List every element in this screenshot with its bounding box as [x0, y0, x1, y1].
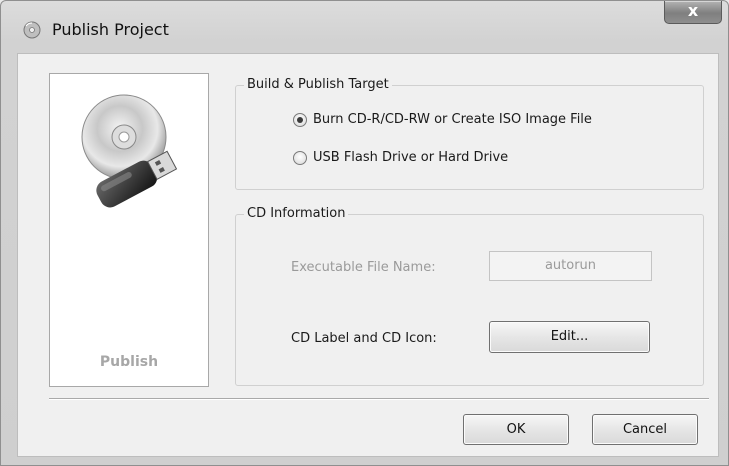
cd-label-icon-label: CD Label and CD Icon: [291, 331, 437, 346]
build-target-legend: Build & Publish Target [244, 77, 392, 92]
close-button[interactable]: x [664, 1, 722, 24]
cd-usb-drive-icon [81, 94, 178, 208]
radio-usb-drive-indicator[interactable] [293, 150, 307, 165]
build-target-group: Build & Publish Target Burn CD-R/CD-RW o… [235, 77, 704, 190]
radio-burn-cd-indicator[interactable] [293, 112, 307, 127]
app-icon [23, 21, 41, 39]
side-panel: Publish [49, 73, 209, 387]
cancel-button[interactable]: Cancel [592, 414, 698, 445]
radio-burn-cd[interactable]: Burn CD-R/CD-RW or Create ISO Image File [293, 112, 592, 127]
radio-burn-cd-label: Burn CD-R/CD-RW or Create ISO Image File [313, 112, 592, 127]
publish-project-window: Publish Project x Publish Build & Publis… [0, 0, 729, 466]
footer-separator [49, 398, 709, 400]
cd-information-group: CD Information Executable File Name: aut… [235, 206, 704, 386]
exe-file-name-field[interactable]: autorun [489, 251, 652, 281]
edit-button[interactable]: Edit... [489, 321, 650, 353]
close-icon: x [687, 1, 699, 20]
radio-usb-drive[interactable]: USB Flash Drive or Hard Drive [293, 150, 508, 165]
title-bar[interactable]: Publish Project x [1, 1, 728, 51]
side-panel-label: Publish [99, 354, 159, 370]
cd-information-legend: CD Information [244, 206, 349, 221]
window-title: Publish Project [52, 20, 169, 39]
dialog-body: Publish Build & Publish Target Burn CD-R… [17, 53, 719, 457]
ok-button[interactable]: OK [463, 414, 569, 445]
exe-file-name-label: Executable File Name: [291, 260, 436, 275]
radio-usb-drive-label: USB Flash Drive or Hard Drive [313, 150, 509, 165]
